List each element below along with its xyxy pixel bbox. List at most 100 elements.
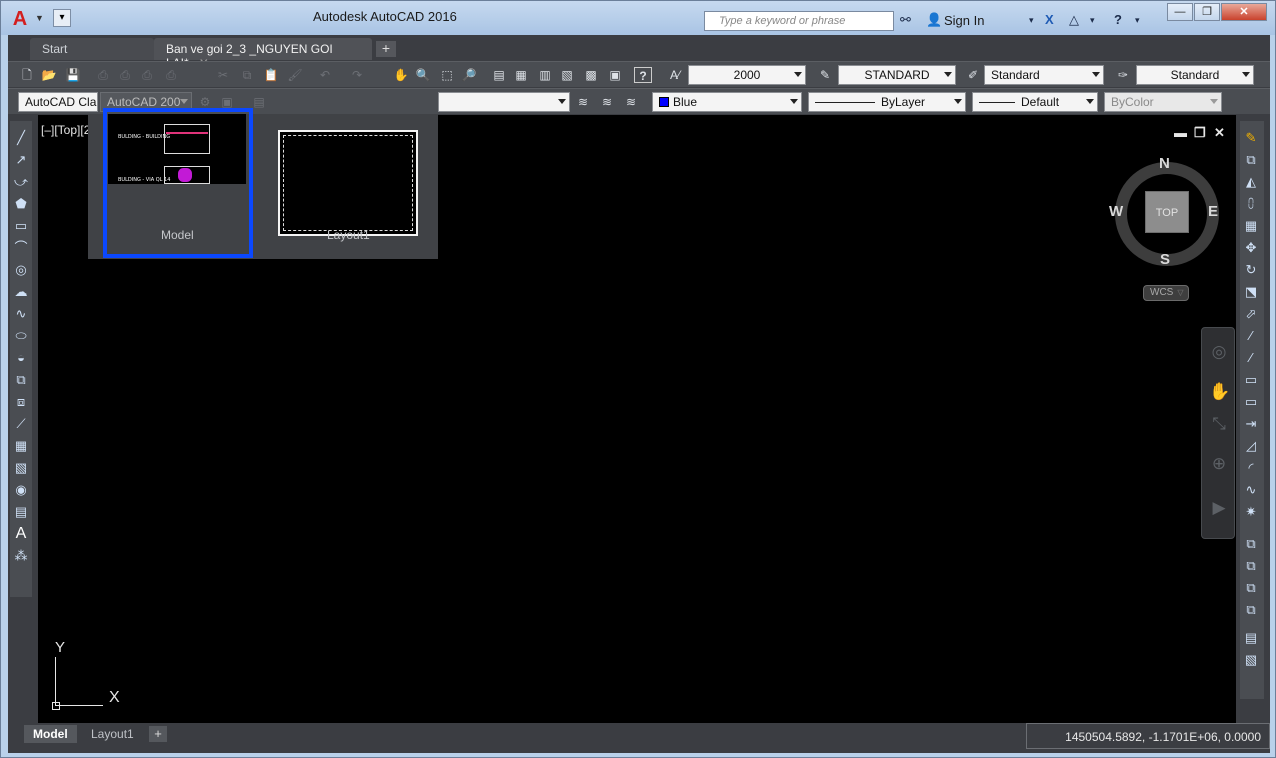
search-input[interactable]: Type a keyword or phrase (704, 11, 894, 31)
extend-icon[interactable]: ⁄ (1242, 349, 1260, 367)
arc-icon[interactable]: ⌒ (12, 239, 30, 257)
sign-in-button[interactable]: Sign In (944, 13, 984, 28)
stay-connected-dropdown-icon[interactable]: ▾ (1090, 15, 1095, 26)
array-icon[interactable]: ▦ (1242, 217, 1260, 235)
draw-order-back-icon[interactable]: ⧉ (1242, 557, 1260, 575)
draw-order-under-icon[interactable]: ⧉ (1242, 601, 1260, 619)
trim-icon[interactable]: ⁄ (1242, 327, 1260, 345)
mirror-icon[interactable]: ◭ (1242, 173, 1260, 191)
join-icon[interactable]: ⇥ (1242, 415, 1260, 433)
tool-palettes-icon[interactable]: ▥ (536, 67, 554, 83)
region-icon[interactable]: ◉ (12, 481, 30, 499)
line-icon[interactable]: ╱ (12, 129, 30, 147)
markup-icon[interactable]: ▩ (582, 67, 600, 83)
draw-order-front-icon[interactable]: ⧉ (1242, 535, 1260, 553)
undo-icon[interactable]: ↶ (316, 67, 334, 83)
table-icon[interactable]: ▤ (12, 503, 30, 521)
text-front-icon[interactable]: ▤ (1242, 629, 1260, 647)
new-tab-button[interactable]: + (376, 41, 396, 57)
calculator-icon[interactable]: ▣ (606, 67, 624, 83)
cut-icon[interactable]: ✂ (214, 67, 232, 83)
redo-icon[interactable]: ↷ (348, 67, 366, 83)
add-selected-icon[interactable]: ⁂ (12, 547, 30, 565)
quick-access-dropdown-button[interactable]: ▾ (53, 9, 71, 27)
steering-wheel-icon[interactable]: ◎ (1209, 342, 1229, 364)
revision-cloud-icon[interactable]: ☁ (12, 283, 30, 301)
viewport-restore-icon[interactable]: ❐ (1194, 125, 1206, 141)
stretch-icon[interactable]: ⬀ (1242, 305, 1260, 323)
layer-select[interactable] (438, 92, 570, 112)
close-button[interactable]: ✕ (1221, 3, 1267, 21)
construction-line-icon[interactable]: ↗ (12, 151, 30, 169)
ellipse-icon[interactable]: ⬭ (12, 327, 30, 345)
workspace-select[interactable]: AutoCAD Cla (18, 92, 98, 112)
viewport-close-icon[interactable]: ✕ (1214, 125, 1225, 141)
new-file-icon[interactable]: 🗋 (18, 67, 36, 83)
dimscale-select[interactable]: 2000 (688, 65, 806, 85)
viewport-minimize-icon[interactable]: ▬ (1174, 125, 1187, 140)
tab-start[interactable]: Start (30, 38, 154, 60)
compass-east[interactable]: E (1208, 203, 1218, 220)
move-icon[interactable]: ✥ (1242, 239, 1260, 257)
exchange-apps-icon[interactable]: X (1045, 12, 1054, 27)
sheet-set-icon[interactable]: ▧ (558, 67, 576, 83)
offset-icon[interactable]: ⩇ (1242, 195, 1260, 213)
explode-icon[interactable]: ✷ (1242, 503, 1260, 521)
stay-connected-icon[interactable]: △ (1069, 12, 1079, 28)
hatch-icon[interactable]: ▦ (12, 437, 30, 455)
design-center-icon[interactable]: ▦ (512, 67, 530, 83)
draw-order-above-icon[interactable]: ⧉ (1242, 579, 1260, 597)
plot-style-select[interactable]: ByColor (1104, 92, 1222, 112)
pan-icon[interactable]: ✋ (392, 67, 410, 83)
polygon-icon[interactable]: ⬟ (12, 195, 30, 213)
paste-icon[interactable]: 📋 (262, 67, 280, 83)
match-properties-icon[interactable]: 🖌 (286, 67, 304, 83)
showmotion-icon[interactable]: ▶ (1209, 498, 1229, 520)
dim-style-select[interactable]: Standard (984, 65, 1104, 85)
help-icon[interactable]: ? (1114, 12, 1122, 27)
tab-model[interactable]: Model (24, 725, 77, 743)
linetype-select[interactable]: ByLayer (808, 92, 966, 112)
autocad-logo-icon[interactable]: A (9, 8, 31, 30)
properties-icon[interactable]: ▤ (490, 67, 508, 83)
copy-icon[interactable]: ⧉ (238, 67, 256, 83)
coordinate-readout[interactable]: 1450504.5892, -1.1701E+06, 0.0000 (1026, 723, 1270, 749)
layer-states-icon[interactable]: ≋ (622, 94, 640, 110)
binoculars-icon[interactable]: ⚯ (900, 12, 911, 28)
polyline-icon[interactable]: ⤻ (12, 173, 30, 191)
zoom-window-icon[interactable]: ⬚ (438, 67, 456, 83)
rectangle-icon[interactable]: ▭ (12, 217, 30, 235)
point-icon[interactable]: ⟋ (12, 415, 30, 433)
color-select[interactable]: Blue (652, 92, 802, 112)
text-style-select[interactable]: STANDARD (838, 65, 956, 85)
rotate-icon[interactable]: ↻ (1242, 261, 1260, 279)
table-style-select[interactable]: Standard (1136, 65, 1254, 85)
publish-icon[interactable]: ⎙ (138, 67, 156, 83)
break-at-point-icon[interactable]: ▭ (1242, 371, 1260, 389)
hatch-back-icon[interactable]: ▧ (1242, 651, 1260, 669)
minimize-button[interactable]: — (1167, 3, 1193, 21)
layout1-thumbnail[interactable] (278, 130, 418, 236)
zoom-realtime-icon[interactable]: 🔍 (414, 67, 432, 83)
lineweight-select[interactable]: Default (972, 92, 1098, 112)
maximize-button[interactable]: ❐ (1194, 3, 1220, 21)
zoom-extents-icon[interactable]: ⤡ (1209, 414, 1229, 436)
tab-active-drawing[interactable]: Ban ve goi 2_3 _NGUYEN GOI LAI*✕ (154, 38, 372, 70)
compass-south[interactable]: S (1160, 251, 1170, 268)
plot-icon[interactable]: ⎙ (94, 67, 112, 83)
erase-icon[interactable]: ✎ (1242, 129, 1260, 147)
help-toolbar-icon[interactable]: ? (634, 67, 652, 83)
tab-layout1[interactable]: Layout1 (82, 725, 143, 743)
add-layout-button[interactable]: + (149, 726, 167, 742)
multiline-text-icon[interactable]: A (12, 525, 30, 543)
break-icon[interactable]: ▭ (1242, 393, 1260, 411)
ellipse-arc-icon[interactable]: ◒ (12, 349, 30, 367)
orbit-icon[interactable]: ⊕ (1209, 454, 1229, 476)
viewcube-top-face[interactable]: TOP (1145, 191, 1189, 233)
compass-north[interactable]: N (1159, 155, 1170, 172)
wcs-menu[interactable]: WCS ▽ (1143, 285, 1189, 301)
chamfer-icon[interactable]: ◿ (1242, 437, 1260, 455)
make-current-layer-icon[interactable]: ≋ (574, 94, 592, 110)
save-icon[interactable]: 💾 (64, 67, 82, 83)
spline-icon[interactable]: ∿ (12, 305, 30, 323)
